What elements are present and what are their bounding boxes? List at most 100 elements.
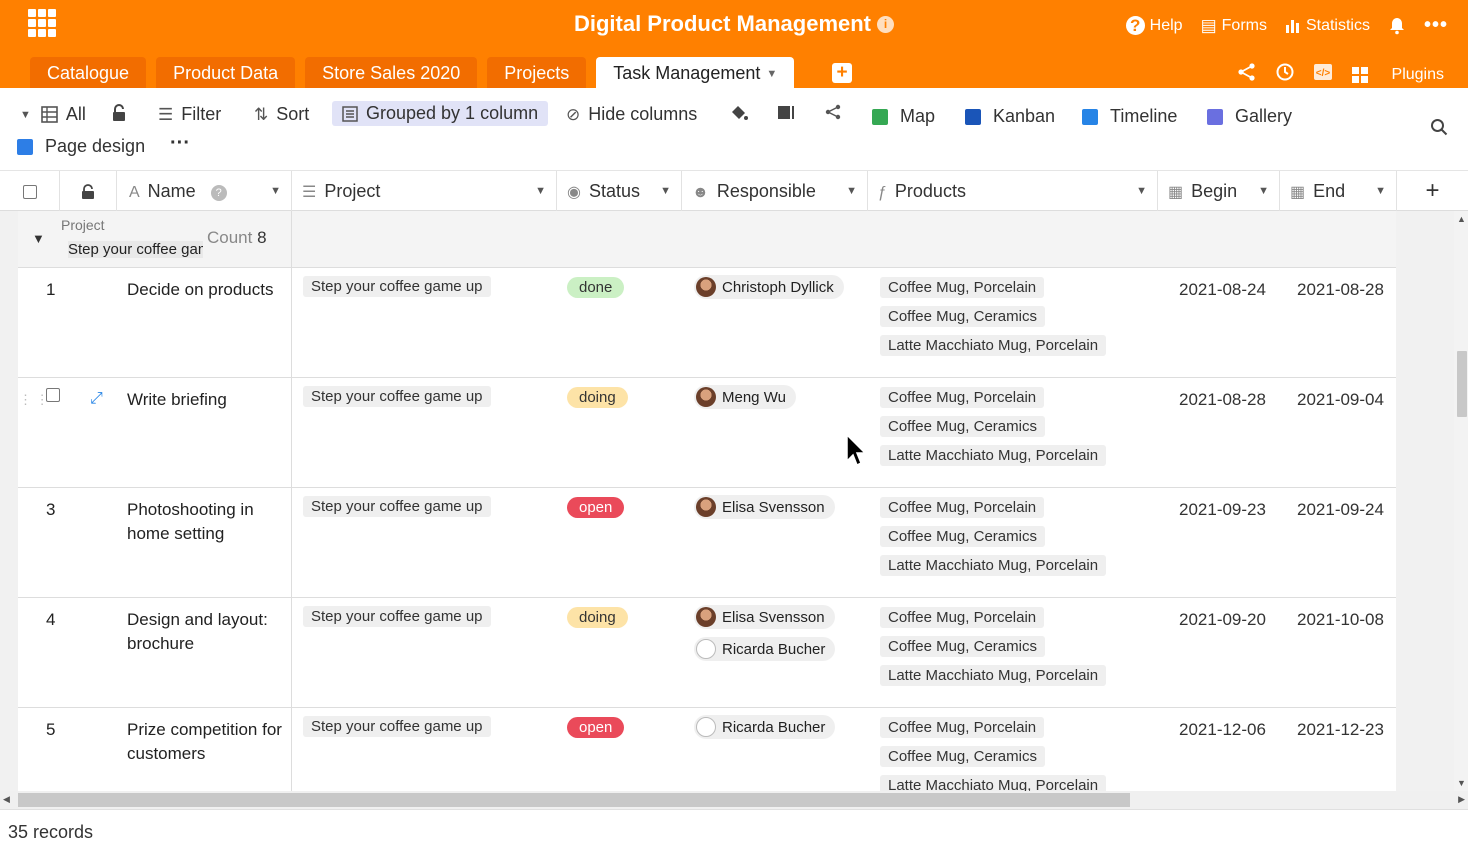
chevron-down-icon[interactable]: ▼ xyxy=(1375,171,1386,211)
chevron-down-icon[interactable]: ▼ xyxy=(660,171,671,211)
table-row[interactable]: 4 Design and layout: brochure Step your co… xyxy=(18,598,1396,708)
status-cell[interactable]: open xyxy=(567,717,625,738)
forms-button[interactable]: ▤ Forms xyxy=(1201,16,1267,36)
expand-row-icon[interactable]: ⤢ xyxy=(90,390,103,408)
share-icon[interactable] xyxy=(1237,63,1257,86)
statistics-button[interactable]: Statistics xyxy=(1285,17,1370,35)
question-icon[interactable]: ? xyxy=(210,185,227,201)
select-all-checkbox[interactable] xyxy=(0,171,60,211)
lock-column-icon[interactable] xyxy=(60,171,117,211)
page-design-plugin-button[interactable]: Page design xyxy=(17,136,145,157)
project-cell[interactable]: Step your coffee game up xyxy=(303,496,491,517)
status-cell[interactable]: doing xyxy=(567,607,628,628)
more-plugins-icon[interactable]: ··· xyxy=(170,132,190,155)
help-button[interactable]: ? Help xyxy=(1125,16,1183,35)
row-name[interactable]: Prize competition for customers xyxy=(127,718,287,766)
project-cell[interactable]: Step your coffee game up xyxy=(303,276,491,297)
script-icon[interactable]: </> xyxy=(1313,63,1333,86)
tab-task-management[interactable]: Task Management ▼ xyxy=(596,57,795,90)
project-cell[interactable]: Step your coffee game up xyxy=(303,386,491,407)
tab-projects[interactable]: Projects xyxy=(487,57,587,88)
responsible-cell[interactable]: Ricarda Bucher xyxy=(694,715,836,747)
row-name[interactable]: Decide on products xyxy=(127,278,287,302)
map-plugin-button[interactable]: Map xyxy=(872,106,935,127)
notifications-button[interactable] xyxy=(1388,17,1406,35)
filter-button[interactable]: ☰ Filter xyxy=(158,104,221,125)
plugins-button[interactable]: Plugins xyxy=(1351,66,1444,84)
add-table-button[interactable]: + xyxy=(832,63,852,83)
project-link[interactable]: Step your coffee game up xyxy=(303,386,491,407)
collapse-group-icon[interactable]: ▼ xyxy=(32,231,45,246)
lock-icon[interactable] xyxy=(111,104,127,122)
vertical-scrollbar[interactable]: ▲ ▼ xyxy=(1454,211,1468,791)
tab-product-data[interactable]: Product Data xyxy=(156,57,296,88)
tab-catalogue[interactable]: Catalogue xyxy=(30,57,147,88)
hide-columns-button[interactable]: ⊘ Hide columns xyxy=(566,104,697,125)
status-cell[interactable]: done xyxy=(567,277,625,298)
end-date[interactable]: 2021-09-04 xyxy=(1297,390,1384,410)
project-link[interactable]: Step your coffee game up xyxy=(303,606,491,627)
status-cell[interactable]: doing xyxy=(567,387,628,408)
chevron-down-icon[interactable]: ▼ xyxy=(270,171,281,211)
responsible-cell[interactable]: Elisa Svensson xyxy=(694,495,835,527)
row-name[interactable]: Write briefing xyxy=(127,388,287,412)
project-link[interactable]: Step your coffee game up xyxy=(303,276,491,297)
begin-date[interactable]: 2021-08-24 xyxy=(1179,280,1266,300)
info-icon[interactable]: i xyxy=(877,16,895,33)
row-name[interactable]: Design and layout: brochure xyxy=(127,608,287,656)
drag-handle-icon[interactable]: ⋮ ⋮ xyxy=(19,393,49,406)
gallery-plugin-button[interactable]: Gallery xyxy=(1207,106,1292,127)
responsible-cell[interactable]: Christoph Dyllick xyxy=(694,275,844,307)
products-cell[interactable]: Coffee Mug, Porcelain Coffee Mug, Ceramic… xyxy=(880,717,1107,791)
end-date[interactable]: 2021-10-08 xyxy=(1297,610,1384,630)
table-row[interactable]: 5 Prize competition for customers Step you… xyxy=(18,708,1396,791)
sort-button[interactable]: ⇅ Sort xyxy=(254,104,309,125)
begin-date[interactable]: 2021-08-28 xyxy=(1179,390,1266,410)
column-header-status[interactable]: ◉ Status ▼ xyxy=(557,171,682,211)
begin-date[interactable]: 2021-09-23 xyxy=(1179,500,1266,520)
status-cell[interactable]: open xyxy=(567,497,625,518)
group-button[interactable]: Grouped by 1 column xyxy=(332,101,549,126)
column-header-project[interactable]: ☰ Project ▼ xyxy=(292,171,557,211)
kanban-plugin-button[interactable]: Kanban xyxy=(965,106,1055,127)
end-date[interactable]: 2021-12-23 xyxy=(1297,720,1384,740)
column-header-begin[interactable]: ▦ Begin ▼ xyxy=(1158,171,1280,211)
history-icon[interactable] xyxy=(1275,62,1295,87)
end-date[interactable]: 2021-09-24 xyxy=(1297,500,1384,520)
chevron-down-icon[interactable]: ▼ xyxy=(766,58,777,90)
chevron-down-icon[interactable]: ▼ xyxy=(846,171,857,211)
end-date[interactable]: 2021-08-28 xyxy=(1297,280,1384,300)
table-row[interactable]: 1 Decide on products Step your coffee game… xyxy=(18,268,1396,378)
more-menu-icon[interactable]: ••• xyxy=(1424,14,1448,37)
search-icon[interactable] xyxy=(1430,118,1448,136)
project-cell[interactable]: Step your coffee game up xyxy=(303,716,491,737)
project-link[interactable]: Step your coffee game up xyxy=(303,716,491,737)
products-cell[interactable]: Coffee Mug, Porcelain Coffee Mug, Ceramic… xyxy=(880,277,1107,364)
table-row[interactable]: 3 Photoshooting in home setting Step your … xyxy=(18,488,1396,598)
chevron-down-icon[interactable]: ▼ xyxy=(1258,171,1269,211)
horizontal-scrollbar[interactable]: ◀ ▶ xyxy=(0,791,1468,809)
add-column-button[interactable]: + xyxy=(1397,171,1468,211)
column-header-products[interactable]: ƒ Products ▼ xyxy=(868,171,1158,211)
group-header-row[interactable]: ▼ Project Step your coffee game up Count… xyxy=(18,211,1396,268)
project-cell[interactable]: Step your coffee game up xyxy=(303,606,491,627)
chevron-down-icon[interactable]: ▼ xyxy=(1136,171,1147,211)
column-header-name[interactable]: A Name ? ▼ xyxy=(117,171,292,211)
products-cell[interactable]: Coffee Mug, Porcelain Coffee Mug, Ceramic… xyxy=(880,607,1107,694)
row-color-icon[interactable] xyxy=(729,104,749,122)
products-cell[interactable]: Coffee Mug, Porcelain Coffee Mug, Ceramic… xyxy=(880,497,1107,584)
chevron-down-icon[interactable]: ▼ xyxy=(535,171,546,211)
responsible-cell[interactable]: Elisa Svensson Ricarda Bucher xyxy=(694,605,836,669)
row-name[interactable]: Photoshooting in home setting xyxy=(127,498,287,546)
begin-date[interactable]: 2021-09-20 xyxy=(1179,610,1266,630)
products-cell[interactable]: Coffee Mug, Porcelain Coffee Mug, Ceramic… xyxy=(880,387,1107,474)
begin-date[interactable]: 2021-12-06 xyxy=(1179,720,1266,740)
row-height-icon[interactable] xyxy=(777,104,795,122)
responsible-cell[interactable]: Meng Wu xyxy=(694,385,796,417)
column-header-end[interactable]: ▦ End ▼ xyxy=(1280,171,1397,211)
view-selector[interactable]: ▼ All xyxy=(20,104,86,125)
table-row[interactable]: ⤢ ⋮ ⋮ Write briefing Step your coffee game … xyxy=(18,378,1396,488)
tab-store-sales-2020[interactable]: Store Sales 2020 xyxy=(305,57,478,88)
project-link[interactable]: Step your coffee game up xyxy=(303,496,491,517)
timeline-plugin-button[interactable]: Timeline xyxy=(1082,106,1177,127)
